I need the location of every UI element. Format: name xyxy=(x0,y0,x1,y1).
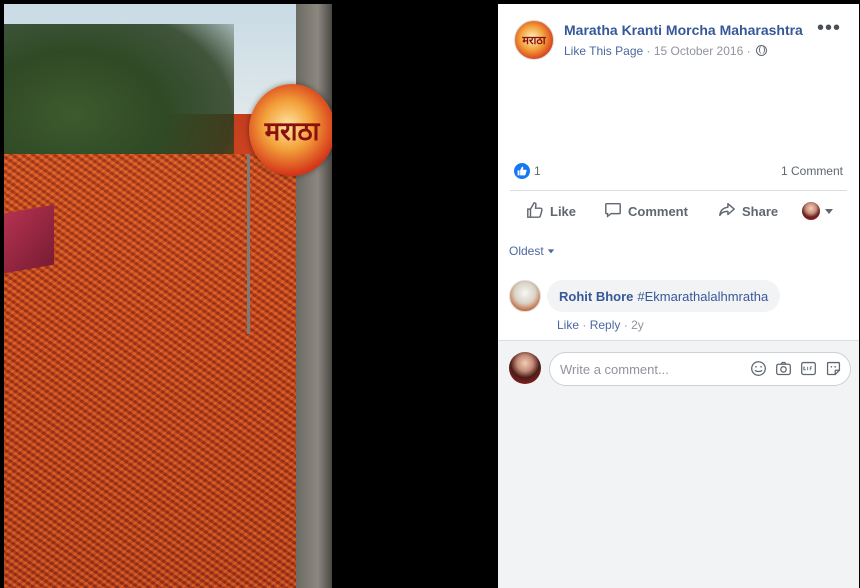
reaction-audience-selector[interactable] xyxy=(802,202,834,220)
commenter-avatar[interactable] xyxy=(509,280,541,312)
globe-icon xyxy=(755,45,767,56)
comment-actions-separator: · xyxy=(582,318,590,332)
post-panel: मराठा Maratha Kranti Morcha Maharashtra … xyxy=(498,4,859,588)
meta-separator-2: · xyxy=(746,44,751,58)
caret-down-icon xyxy=(824,204,834,219)
photo-logo-badge: मराठा xyxy=(249,84,332,176)
current-user-avatar[interactable] xyxy=(509,352,541,384)
composer-icons xyxy=(750,360,842,377)
post-photo[interactable]: मराठा xyxy=(4,4,332,588)
comment-author-link[interactable]: Rohit Bhore xyxy=(559,289,633,304)
photo-logo-text: मराठा xyxy=(264,116,320,146)
comment-actions: Like · Reply · 2y xyxy=(557,318,644,332)
photo-viewer[interactable]: मराठा xyxy=(0,0,498,588)
comment-composer xyxy=(509,348,851,388)
page-avatar-text: मराठा xyxy=(522,34,546,47)
like-page-link[interactable]: Like This Page xyxy=(564,44,643,58)
comment-hashtag-link[interactable]: #Ekmarathalalhmratha xyxy=(637,289,768,304)
page-avatar[interactable]: मराठा xyxy=(514,20,554,60)
comment-actions-separator: · xyxy=(623,318,632,332)
sticker-icon[interactable] xyxy=(825,360,842,377)
like-reaction-icon[interactable] xyxy=(514,163,530,179)
comment-reply-link[interactable]: Reply xyxy=(590,318,621,332)
comment-button-label: Comment xyxy=(628,203,688,219)
share-button[interactable]: Share xyxy=(718,201,778,222)
emoji-icon[interactable] xyxy=(750,360,767,377)
like-count[interactable]: 1 xyxy=(534,164,541,178)
thumbs-up-icon xyxy=(526,201,544,222)
comment-item: Rohit Bhore #Ekmarathalalhmratha Like · … xyxy=(509,280,849,340)
comment-count-link[interactable]: 1 Comment xyxy=(781,164,843,178)
reactions-summary: 1 1 Comment xyxy=(498,159,859,185)
divider xyxy=(498,340,859,341)
user-avatar-small xyxy=(802,202,820,220)
comment-button[interactable]: Comment xyxy=(604,201,688,222)
post-date[interactable]: 15 October 2016 xyxy=(654,44,743,58)
like-button[interactable]: Like xyxy=(526,201,576,222)
comment-age[interactable]: 2y xyxy=(631,318,644,332)
post-header: मराठा Maratha Kranti Morcha Maharashtra … xyxy=(498,4,859,74)
comment-input[interactable] xyxy=(560,353,750,385)
share-icon xyxy=(718,201,736,222)
comment-sort-label: Oldest xyxy=(509,244,544,258)
divider xyxy=(510,190,847,191)
more-options-button[interactable]: ••• xyxy=(817,18,841,38)
gif-icon[interactable] xyxy=(800,360,817,377)
comment-like-link[interactable]: Like xyxy=(557,318,579,332)
camera-icon[interactable] xyxy=(775,360,792,377)
comments-section: Oldest Rohit Bhore #Ekmarathalalhmratha … xyxy=(498,232,859,588)
post-action-bar: Like Comment Share xyxy=(510,194,847,228)
caret-down-icon xyxy=(547,244,555,258)
page-name-link[interactable]: Maratha Kranti Morcha Maharashtra xyxy=(564,22,803,38)
comment-sort-dropdown[interactable]: Oldest xyxy=(509,244,555,258)
photo-letterbox xyxy=(332,0,498,588)
like-button-label: Like xyxy=(550,203,577,219)
comment-bubble: Rohit Bhore #Ekmarathalalhmratha xyxy=(547,280,781,312)
comments-list: Oldest Rohit Bhore #Ekmarathalalhmratha … xyxy=(498,232,859,340)
meta-separator: · xyxy=(646,44,651,58)
share-button-label: Share xyxy=(742,203,779,219)
photo-banner xyxy=(4,204,54,274)
comment-icon xyxy=(604,201,622,222)
comment-input-box[interactable] xyxy=(549,352,851,386)
post-meta: Like This Page · 15 October 2016 · xyxy=(564,44,767,58)
photo-pole xyxy=(247,154,250,334)
